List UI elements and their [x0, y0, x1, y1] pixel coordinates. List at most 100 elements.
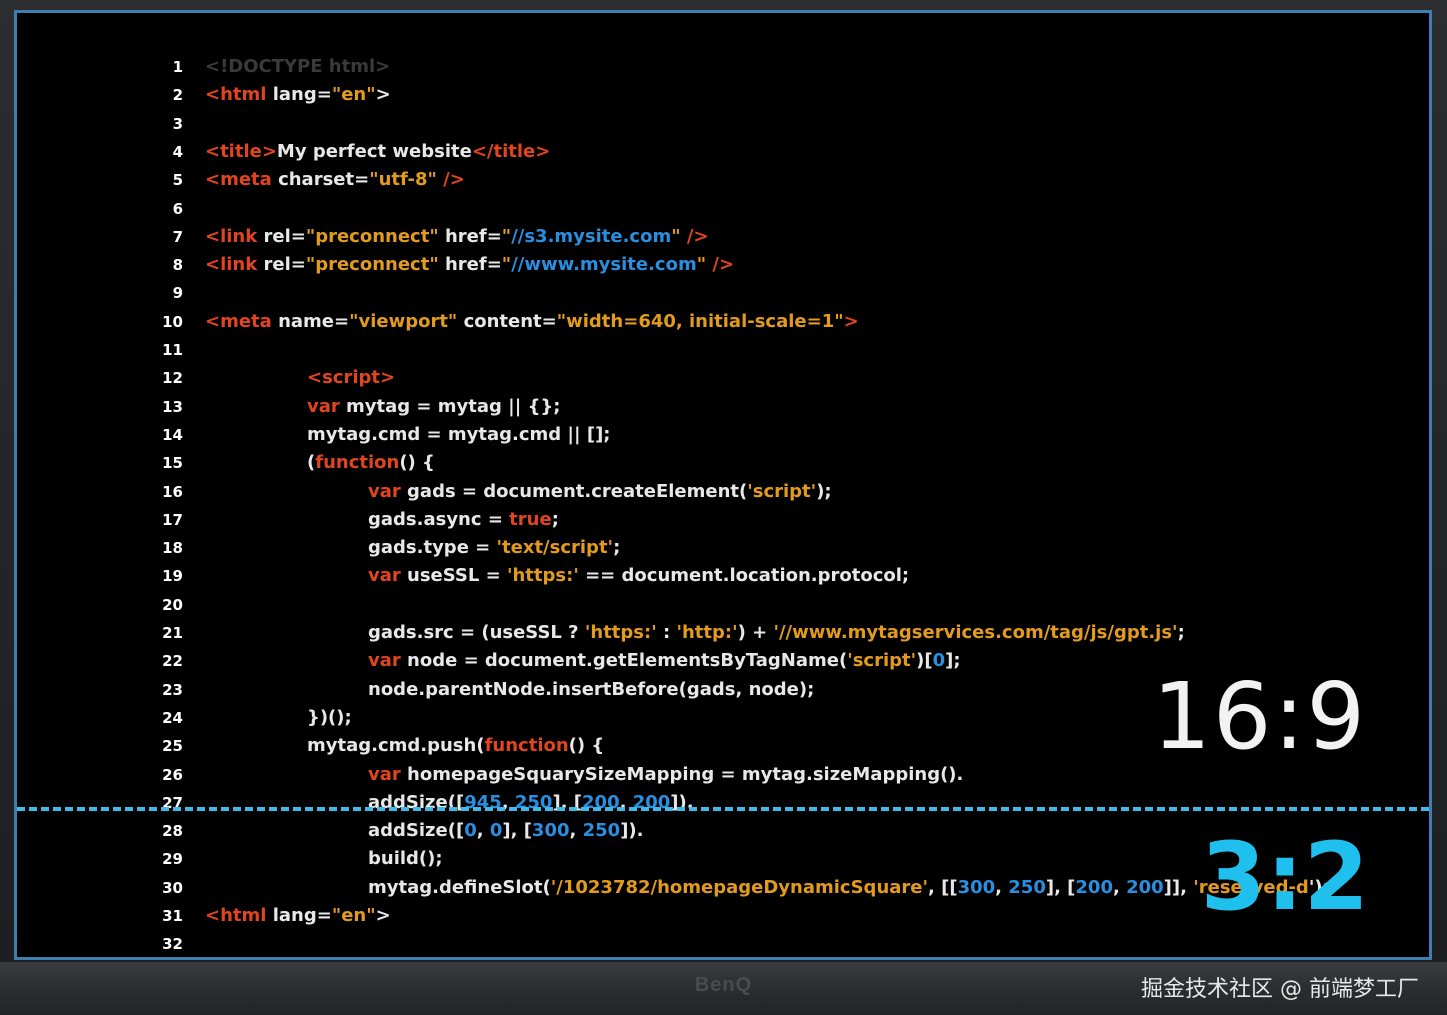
- code-token: ;: [551, 508, 559, 530]
- code-token: 'script': [747, 480, 817, 502]
- code-text: var node = document.getElementsByTagName…: [368, 647, 961, 675]
- code-token: 'https:': [506, 565, 579, 587]
- line-number: 28: [162, 822, 183, 841]
- code-token: />: [436, 169, 465, 191]
- code-token: 'text/script': [496, 537, 614, 559]
- aspect-ratio-divider: [17, 807, 1429, 811]
- code-token: 'script': [847, 650, 917, 672]
- code-token: ;: [1177, 622, 1185, 643]
- line-number: 13: [162, 397, 183, 416]
- line-number: 2: [172, 86, 183, 105]
- line-number: 21: [162, 624, 183, 642]
- line-number: 14: [162, 425, 183, 444]
- code-token: "width=640, initial-scale=1": [556, 310, 844, 332]
- code-token: "viewport": [349, 310, 458, 332]
- code-text: <meta name="viewport" content="width=640…: [205, 308, 859, 336]
- line-number: 32: [162, 935, 183, 954]
- code-token: <meta: [205, 169, 272, 191]
- code-text: mytag.cmd = mytag.cmd || [];: [307, 421, 611, 449]
- code-token: ], [: [1045, 876, 1076, 898]
- code-token: ;: [613, 537, 621, 559]
- code-text: var homepageSquarySizeMapping = mytag.si…: [368, 761, 963, 789]
- code-text: var mytag = mytag || {};: [307, 393, 560, 421]
- code-token: <title>: [205, 140, 277, 162]
- code-token: mytag.cmd.push(: [307, 735, 485, 757]
- code-token: function: [484, 735, 569, 757]
- line-number: 9: [172, 284, 183, 303]
- code-token: function: [315, 452, 400, 474]
- code-token: ,: [569, 820, 583, 842]
- code-text: <!DOCTYPE html>: [205, 53, 390, 81]
- code-token: :: [656, 622, 677, 643]
- code-token: , [[: [928, 876, 958, 898]
- monitor: 1 <!DOCTYPE html> 2 <html lang="en"> 3 4 <titl…: [0, 0, 1447, 1015]
- code-token: var: [368, 650, 401, 672]
- code-token: <script>: [307, 367, 396, 389]
- code-token: <html: [205, 84, 267, 106]
- code-text: addSize([0, 0], [300, 250]).: [368, 817, 643, 845]
- code-token: ": [501, 225, 512, 247]
- code-token: "preconnect": [305, 254, 439, 276]
- code-token: '//www.mytagservices.com/tag/js/gpt.js': [773, 622, 1178, 643]
- code-token: ) +: [737, 622, 774, 643]
- code-token: href=: [438, 254, 502, 276]
- code-token: mytag.cmd = mytag.cmd || [];: [307, 423, 611, 445]
- code-token: ,: [995, 876, 1009, 898]
- code-text: <meta charset="utf-8" />: [205, 166, 465, 194]
- code-token: >: [375, 905, 391, 926]
- code-token: ]).: [620, 820, 644, 842]
- code-token: 0: [489, 820, 503, 842]
- code-token: mytag.defineSlot(: [368, 876, 551, 898]
- line-number: 12: [162, 369, 183, 388]
- code-token: gads = document.createElement(: [400, 480, 748, 502]
- line-number: 8: [172, 256, 183, 275]
- code-token: rel=: [257, 225, 306, 247]
- line-number: 3: [172, 114, 183, 133]
- code-text: <script>: [307, 364, 395, 392]
- code-token: charset=: [271, 169, 370, 191]
- code-token: gads.src = (useSSL ?: [368, 622, 585, 643]
- code-token: ];: [945, 650, 961, 672]
- code-token: <link: [205, 225, 258, 247]
- line-number: 30: [162, 878, 183, 897]
- code-text: mytag.defineSlot('/1023782/homepageDynam…: [368, 874, 1330, 902]
- line-number: 4: [172, 142, 183, 161]
- line-number: 5: [172, 171, 183, 190]
- code-token: node.parentNode.insertBefore(gads, node)…: [368, 678, 815, 700]
- code-token: gads.async =: [368, 508, 510, 530]
- code-token: ": [696, 254, 707, 276]
- code-token: useSSL =: [400, 565, 507, 587]
- code-token: })();: [307, 706, 352, 728]
- code-token: "utf-8": [369, 169, 437, 191]
- code-token: var: [368, 565, 401, 587]
- code-token: var: [368, 763, 401, 785]
- watermark: 掘金技术社区 @ 前端梦工厂: [1141, 977, 1419, 1002]
- code-text: <link rel="preconnect" href="//www.mysit…: [205, 251, 734, 279]
- code-text: var gads = document.createElement('scrip…: [368, 478, 832, 506]
- code-text: gads.type = 'text/script';: [368, 534, 620, 562]
- code-text: addSize([945, 250], [200, 200]).: [368, 789, 694, 817]
- line-number: 19: [162, 567, 183, 586]
- code-token: />: [706, 254, 735, 276]
- line-number: 18: [162, 539, 183, 558]
- code-text: <html lang="en">: [205, 902, 391, 930]
- code-token: lang=: [266, 84, 332, 106]
- code-token: 0: [464, 820, 477, 842]
- code-text: var useSSL = 'https:' == document.locati…: [368, 562, 909, 590]
- code-token: (: [307, 452, 316, 474]
- code-token: "en": [331, 84, 376, 106]
- code-token: 300: [531, 820, 570, 842]
- code-token: //www.mysite.com: [511, 254, 697, 276]
- code-token: )[: [916, 650, 933, 672]
- code-text: gads.src = (useSSL ? 'https:' : 'http:')…: [368, 619, 1185, 647]
- line-number: 31: [162, 907, 183, 925]
- code-token: true: [509, 508, 552, 530]
- line-number: 17: [162, 510, 183, 529]
- code-token: '/1023782/homepageDynamicSquare': [550, 876, 929, 898]
- code-token: "en": [331, 905, 376, 926]
- code-token: ,: [1112, 876, 1127, 898]
- code-text: <title>My perfect website</title>: [205, 138, 550, 166]
- line-number: 26: [162, 765, 183, 784]
- line-number: 6: [172, 199, 183, 218]
- code-token: 300: [957, 876, 996, 898]
